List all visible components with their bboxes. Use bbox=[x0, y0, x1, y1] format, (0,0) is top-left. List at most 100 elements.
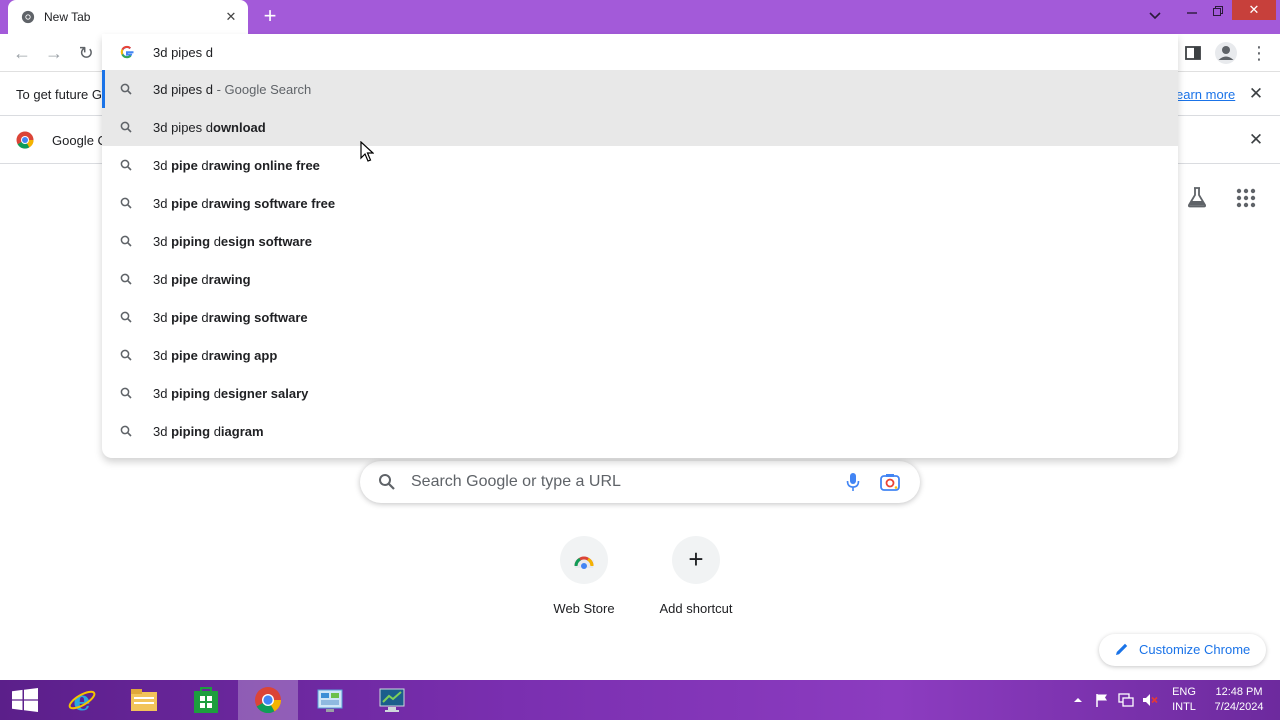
shortcut-icon-bg: + bbox=[672, 536, 720, 584]
suggestion-typed: 3d bbox=[153, 196, 172, 211]
suggestion-completion: rawing software bbox=[208, 310, 308, 325]
suggestion-completion: esign software bbox=[220, 234, 312, 249]
tab-new-tab[interactable]: New Tab ✕ bbox=[8, 0, 248, 34]
voice-search-mic-icon[interactable] bbox=[846, 472, 860, 492]
suggestion-row[interactable]: 3d pipes download bbox=[102, 108, 1178, 146]
taskbar-clock[interactable]: 12:48 PM 7/24/2024 bbox=[1204, 685, 1274, 715]
suggestion-suffix: - Google Search bbox=[213, 82, 312, 97]
tab-title: New Tab bbox=[44, 10, 91, 24]
shortcut-icon-bg bbox=[560, 536, 608, 584]
search-icon bbox=[120, 311, 132, 323]
suggestion-completion: ownload bbox=[213, 120, 266, 135]
minimize-icon[interactable] bbox=[1180, 0, 1204, 30]
network-icon[interactable] bbox=[1118, 692, 1134, 708]
suggestion-typed: d bbox=[197, 348, 209, 363]
search-icon bbox=[120, 235, 132, 247]
back-arrow-icon[interactable]: ← bbox=[10, 41, 34, 65]
taskbar-app-control-panel[interactable] bbox=[300, 680, 360, 720]
suggestion-text: 3d pipe drawing online free bbox=[153, 158, 320, 173]
suggestion-row[interactable]: 3d piping designer salary bbox=[102, 374, 1178, 412]
taskbar-store[interactable] bbox=[176, 680, 236, 720]
monitor-app-icon bbox=[379, 688, 405, 712]
suggestion-text: 3d pipes download bbox=[153, 120, 266, 135]
input-language-indicator[interactable]: ENG INTL bbox=[1170, 685, 1198, 715]
suggestion-typed: d bbox=[197, 310, 209, 325]
taskbar-file-explorer[interactable] bbox=[114, 680, 174, 720]
shortcut-add[interactable]: + Add shortcut bbox=[640, 536, 752, 626]
search-icon bbox=[379, 474, 395, 490]
store-icon bbox=[194, 687, 218, 713]
suggestion-text: 3d pipe drawing software free bbox=[153, 196, 335, 211]
search-icon bbox=[120, 197, 132, 209]
suggestion-text: 3d pipes d - Google Search bbox=[153, 82, 311, 97]
taskbar-internet-explorer[interactable]: e bbox=[52, 680, 112, 720]
new-tab-button[interactable]: + bbox=[258, 5, 282, 29]
omnibox-input[interactable]: 3d pipes d bbox=[102, 34, 1178, 70]
suggestion-completion: rawing app bbox=[208, 348, 278, 363]
learn-more-link[interactable]: earn more bbox=[1176, 87, 1235, 102]
info-bar-close-icon[interactable]: ✕ bbox=[1246, 84, 1266, 104]
suggestion-completion: piping bbox=[171, 424, 211, 439]
suggestion-typed: d bbox=[210, 424, 221, 439]
reload-icon[interactable]: ↻ bbox=[74, 41, 98, 65]
suggestion-typed: d bbox=[197, 272, 209, 287]
tab-search-icon[interactable] bbox=[1142, 0, 1168, 30]
google-g-icon bbox=[120, 45, 134, 59]
clock-date: 7/24/2024 bbox=[1214, 701, 1264, 713]
action-center-flag-icon[interactable] bbox=[1094, 692, 1110, 708]
suggestion-row[interactable]: 3d pipe drawing software bbox=[102, 298, 1178, 336]
chrome-favicon-icon bbox=[21, 10, 35, 24]
suggestion-typed: 3d bbox=[153, 158, 172, 173]
suggestion-typed: d bbox=[210, 234, 221, 249]
suggestion-completion: rawing online free bbox=[208, 158, 320, 173]
restore-icon[interactable] bbox=[1206, 0, 1230, 30]
kebab-menu-icon[interactable]: ⋮ bbox=[1250, 42, 1268, 64]
suggestion-row[interactable]: 3d pipes d - Google Search bbox=[102, 70, 1178, 108]
control-panel-icon bbox=[317, 689, 343, 712]
suggestion-completion: piping bbox=[171, 386, 211, 401]
customize-chrome-button[interactable]: Customize Chrome bbox=[1099, 634, 1266, 666]
suggestion-typed: 3d bbox=[153, 234, 172, 249]
suggestion-typed: 3d bbox=[153, 310, 172, 325]
forward-arrow-icon[interactable]: → bbox=[42, 41, 66, 65]
svg-text:e: e bbox=[73, 686, 90, 715]
suggestion-row[interactable]: 3d pipe drawing software free bbox=[102, 184, 1178, 222]
suggestion-query: 3d pipes d bbox=[153, 82, 213, 97]
taskbar-app-monitor[interactable] bbox=[362, 680, 422, 720]
show-hidden-icons-icon[interactable] bbox=[1070, 692, 1086, 708]
web-store-icon bbox=[574, 556, 594, 569]
shortcut-label: Add shortcut bbox=[659, 601, 733, 616]
start-button[interactable] bbox=[0, 680, 52, 720]
chrome-icon bbox=[255, 687, 282, 714]
ntp-search-box[interactable]: Search Google or type a URL bbox=[360, 461, 920, 503]
suggestion-completion: piping bbox=[171, 234, 211, 249]
chrome-labs-flask-icon[interactable] bbox=[1186, 186, 1208, 208]
suggestion-completion: pipe bbox=[171, 310, 198, 325]
suggestion-typed: d bbox=[210, 386, 221, 401]
suggestion-row[interactable]: 3d pipe drawing online free bbox=[102, 146, 1178, 184]
suggestion-text: 3d pipe drawing software bbox=[153, 310, 308, 325]
suggestion-row[interactable]: 3d piping diagram bbox=[102, 412, 1178, 450]
close-window-icon[interactable]: ✕ bbox=[1232, 0, 1276, 20]
suggestion-completion: iagram bbox=[220, 424, 264, 439]
search-icon bbox=[120, 387, 132, 399]
google-lens-camera-icon[interactable] bbox=[880, 473, 900, 491]
suggestion-typed: d bbox=[197, 158, 209, 173]
suggestion-typed: d bbox=[197, 196, 209, 211]
profile-avatar-icon[interactable] bbox=[1214, 41, 1238, 65]
suggestion-completion: pipe bbox=[171, 272, 198, 287]
windows-taskbar: e ENG INTL 12:48 PM 7/24/2024 bbox=[0, 680, 1280, 720]
info-bar-close-icon[interactable]: ✕ bbox=[1246, 130, 1266, 150]
omnibox-dropdown: 3d pipes d 3d pipes d - Google Search 3d… bbox=[102, 34, 1178, 458]
volume-muted-icon[interactable] bbox=[1142, 692, 1158, 708]
side-panel-icon[interactable] bbox=[1184, 44, 1202, 62]
tab-close-icon[interactable]: ✕ bbox=[222, 8, 240, 26]
shortcut-web-store[interactable]: Web Store bbox=[528, 536, 640, 626]
suggestion-row[interactable]: 3d pipe drawing app bbox=[102, 336, 1178, 374]
suggestion-row[interactable]: 3d piping design software bbox=[102, 222, 1178, 260]
suggestion-completion: rawing software free bbox=[208, 196, 336, 211]
taskbar-chrome[interactable] bbox=[238, 680, 298, 720]
google-apps-grid-icon[interactable] bbox=[1236, 188, 1256, 208]
suggestion-completion: pipe bbox=[171, 158, 198, 173]
suggestion-row[interactable]: 3d pipe drawing bbox=[102, 260, 1178, 298]
